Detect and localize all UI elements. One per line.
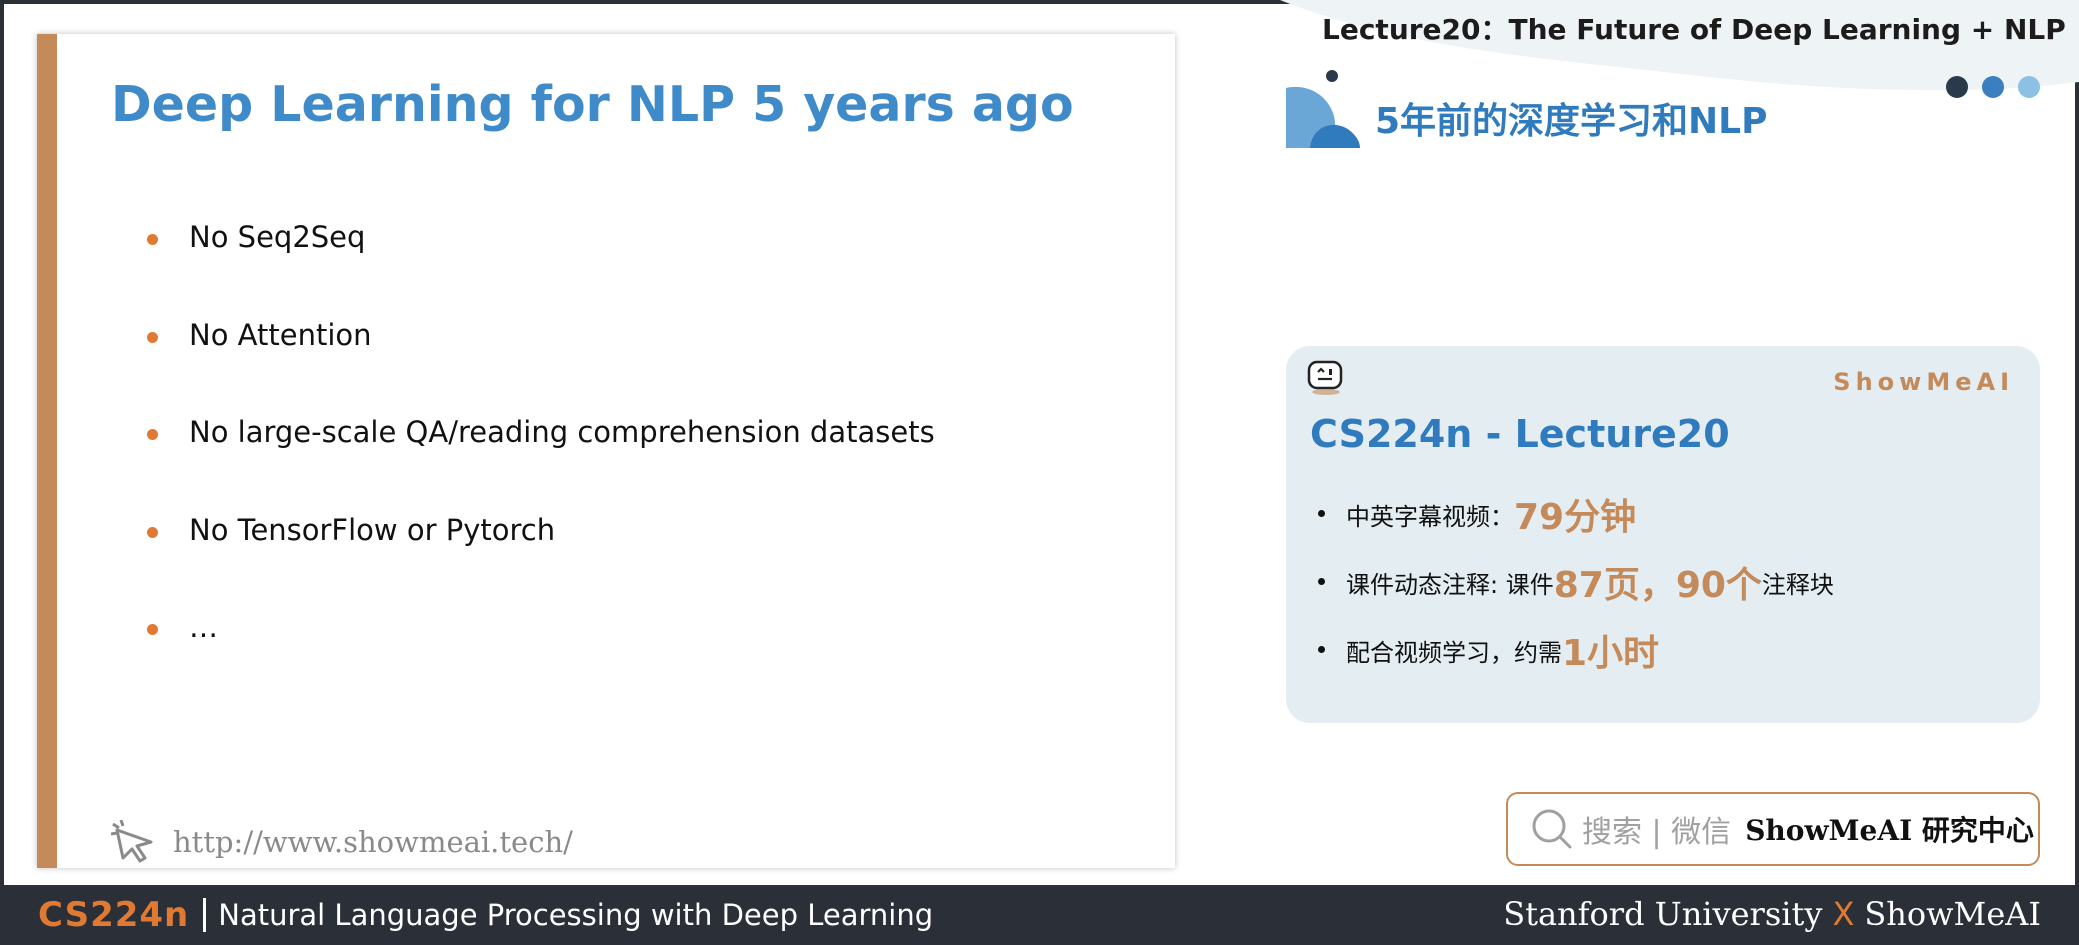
info-text: 配合视频学习，约需: [1346, 638, 1562, 667]
bullet-text: No Attention: [189, 317, 372, 352]
footer-right-org: ShowMeAI: [1864, 895, 2041, 933]
wechat-search-box[interactable]: 搜索 | 微信 ShowMeAI 研究中心: [1506, 792, 2040, 866]
info-highlight: 87页，90个: [1553, 565, 1762, 606]
section-title: 5年前的深度学习和NLP: [1375, 101, 1768, 142]
bullet-item: No Seq2Seq: [109, 220, 935, 318]
bullet-dot: [147, 526, 158, 538]
footer-x-separator: X: [1832, 895, 1855, 933]
dot-dark: [1946, 76, 1968, 98]
section-logo-icon: [1286, 70, 1360, 148]
info-text: 中英字幕视频：: [1346, 502, 1514, 531]
bullet-dot: [147, 624, 158, 635]
footer-bar: CS224n Natural Language Processing with …: [0, 885, 2079, 945]
cursor-click-icon: [111, 820, 153, 863]
bullet-item: …: [109, 610, 935, 708]
card-info-list: 中英字幕视频： 79分钟 课件动态注释: 课件 87页，90个 注释块 配合视频…: [1306, 480, 1834, 684]
slide-title: Deep Learning for NLP 5 years ago: [111, 76, 1074, 133]
info-highlight: 1小时: [1562, 633, 1660, 674]
bullet-dot: [1318, 510, 1325, 517]
card-title: CS224n - Lecture20: [1310, 412, 1730, 456]
footer-orgs: Stanford University X ShowMeAI: [1503, 895, 2041, 933]
dot-light: [2018, 76, 2040, 98]
info-suffix: 注释块: [1761, 570, 1834, 599]
footer-separator: [203, 898, 207, 932]
bullet-dot: [147, 331, 158, 343]
dot-mid: [1982, 76, 2004, 98]
bullet-dot: [147, 429, 158, 440]
info-highlight: 79分钟: [1514, 497, 1637, 538]
bullet-item: No TensorFlow or Pytorch: [109, 513, 935, 611]
info-text: 课件动态注释: 课件: [1346, 570, 1554, 599]
search-label: 搜索 | 微信: [1582, 815, 1732, 850]
search-icon: [1532, 809, 1572, 849]
url-text[interactable]: http://www.showmeai.tech/: [173, 825, 573, 859]
header-dots: [1946, 76, 2040, 98]
info-item: 课件动态注释: 课件 87页，90个 注释块: [1306, 548, 1834, 616]
course-code: CS224n: [38, 895, 190, 935]
bullet-item: No Attention: [109, 318, 935, 416]
bullet-item: No large-scale QA/reading comprehension …: [109, 415, 935, 513]
slide-accent-bar: [37, 34, 57, 868]
lecture-info-card: ShowMeAI CS224n - Lecture20 中英字幕视频： 79分钟…: [1286, 346, 2040, 723]
bullet-dot: [1318, 578, 1325, 585]
slide-card: Deep Learning for NLP 5 years ago No Seq…: [37, 34, 1175, 868]
slide-bullet-list: No Seq2Seq No Attention No large-scale Q…: [109, 220, 935, 708]
bullet-text: No large-scale QA/reading comprehension …: [189, 415, 935, 449]
brand-label: ShowMeAI: [1833, 368, 2014, 396]
footer-left-org: Stanford University: [1503, 895, 1823, 933]
info-item: 配合视频学习，约需 1小时: [1306, 616, 1834, 684]
bullet-text: No Seq2Seq: [189, 220, 366, 254]
bullet-text: …: [189, 610, 218, 644]
bullet-dot: [1318, 646, 1325, 653]
robot-icon: [1307, 360, 1343, 395]
bullet-dot: [147, 234, 158, 245]
search-term: ShowMeAI 研究中心: [1745, 814, 2034, 847]
info-item: 中英字幕视频： 79分钟: [1306, 480, 1834, 548]
lecture-title: Lecture20：The Future of Deep Learning + …: [1322, 13, 2066, 46]
bullet-text: No TensorFlow or Pytorch: [189, 512, 556, 547]
slide-url-link[interactable]: http://www.showmeai.tech/: [111, 820, 573, 864]
course-name: Natural Language Processing with Deep Le…: [218, 898, 934, 932]
